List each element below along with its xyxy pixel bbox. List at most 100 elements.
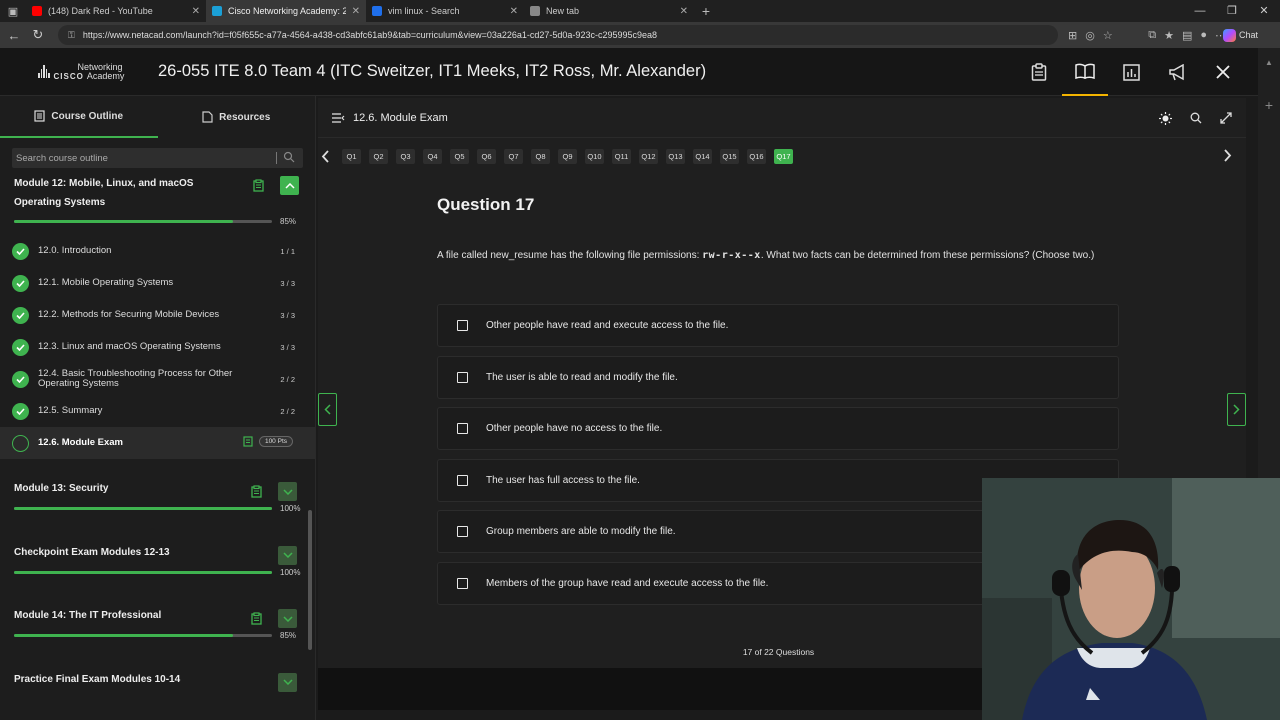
browser-tab[interactable]: New tab ✕ xyxy=(524,0,694,22)
close-tab-icon[interactable]: ✕ xyxy=(680,6,688,17)
answer-option[interactable]: Other people have no access to the file. xyxy=(437,407,1119,450)
lesson-item[interactable]: 12.4. Basic Troubleshooting Process for … xyxy=(0,363,315,395)
copilot-chat-button[interactable]: Chat xyxy=(1222,25,1258,45)
module-item[interactable]: Checkpoint Exam Modules 12-13 100% xyxy=(0,529,315,593)
browser-tab[interactable]: vim linux - Search ✕ xyxy=(366,0,524,22)
lesson-item[interactable]: 12.2. Methods for Securing Mobile Device… xyxy=(0,299,315,331)
answer-option[interactable]: Other people have read and execute acces… xyxy=(437,304,1119,347)
chevron-left-icon xyxy=(324,404,331,415)
search-icon[interactable] xyxy=(283,151,295,163)
reload-icon[interactable]: ↻ xyxy=(26,27,50,43)
maximize-icon[interactable]: ❐ xyxy=(1216,0,1248,22)
answer-checkbox[interactable] xyxy=(457,423,468,434)
expand-module-button[interactable] xyxy=(278,545,297,565)
question-nav-button[interactable]: Q17 xyxy=(774,148,793,164)
favorites-icon[interactable]: ★ xyxy=(1164,29,1174,42)
clipboard-icon[interactable] xyxy=(1016,48,1062,96)
close-course-icon[interactable] xyxy=(1200,48,1246,96)
lesson-module-exam[interactable]: 12.6. Module Exam 100 Pts xyxy=(0,427,315,459)
window-menu-icon[interactable]: ▣ xyxy=(0,0,26,22)
outline-search-input[interactable]: Search course outline xyxy=(12,148,303,168)
question-nav-button[interactable]: Q10 xyxy=(585,148,604,164)
expand-module-button[interactable] xyxy=(278,672,297,692)
question-nav-button[interactable]: Q15 xyxy=(720,148,739,164)
course-book-icon[interactable] xyxy=(1062,48,1108,96)
question-nav-button[interactable]: Q1 xyxy=(342,148,361,164)
profile-avatar[interactable]: ● xyxy=(1200,29,1207,42)
module-item[interactable]: Module 14: The IT Professional 85% xyxy=(0,592,315,656)
minimize-icon[interactable]: — xyxy=(1184,0,1216,22)
answer-checkbox[interactable] xyxy=(457,320,468,331)
module-progress-label: 100% xyxy=(280,504,301,513)
answer-checkbox[interactable] xyxy=(457,371,468,383)
completed-check-icon xyxy=(12,306,29,324)
favorite-icon[interactable]: ☆ xyxy=(1103,29,1113,42)
next-page-button[interactable] xyxy=(1227,393,1246,426)
question-nav-button[interactable]: Q13 xyxy=(666,148,685,164)
close-tab-icon[interactable]: ✕ xyxy=(352,6,360,17)
question-nav-button[interactable]: Q9 xyxy=(558,148,577,164)
answer-checkbox[interactable] xyxy=(457,577,468,589)
question-nav-button[interactable]: Q5 xyxy=(450,148,469,164)
question-nav-button[interactable]: Q4 xyxy=(423,148,442,164)
back-icon[interactable]: ← xyxy=(2,28,26,43)
question-nav-button[interactable]: Q7 xyxy=(504,148,523,164)
question-nav-button[interactable]: Q14 xyxy=(693,148,712,164)
module-12-title: Module 12: Mobile, Linux, and macOS Oper… xyxy=(14,178,194,208)
incomplete-circle-icon xyxy=(12,434,29,452)
lesson-item[interactable]: 12.0. Introduction 1 / 1 xyxy=(0,235,315,267)
chevron-right-icon[interactable] xyxy=(1223,149,1232,162)
collections-icon[interactable]: ▤ xyxy=(1182,29,1192,42)
theme-toggle-icon[interactable] xyxy=(1159,112,1172,125)
question-nav-button[interactable]: Q6 xyxy=(477,148,496,164)
cisco-bars-icon xyxy=(38,65,50,78)
lesson-item[interactable]: 12.5. Summary 2 / 2 xyxy=(0,395,315,427)
question-nav-button[interactable]: Q12 xyxy=(639,148,658,164)
menu-collapse-icon[interactable] xyxy=(332,112,345,123)
chevron-down-icon xyxy=(282,488,293,495)
module-item[interactable]: Module 13: Security 100% xyxy=(0,465,315,529)
app-available-icon[interactable]: ⊞ xyxy=(1068,29,1077,42)
browser-tab[interactable]: (148) Dark Red - YouTube ✕ xyxy=(26,0,206,22)
question-nav-button[interactable]: Q11 xyxy=(612,148,631,164)
scroll-up-icon[interactable]: ▲ xyxy=(1258,58,1280,67)
question-nav-button[interactable]: Q3 xyxy=(396,148,415,164)
split-screen-icon[interactable]: ⧉ xyxy=(1148,29,1156,42)
grades-chart-icon[interactable] xyxy=(1108,48,1154,96)
add-sidebar-app-icon[interactable]: + xyxy=(1258,97,1280,113)
chevron-left-icon[interactable] xyxy=(321,149,330,163)
browser-tab[interactable]: Cisco Networking Academy: 26-0 ✕ xyxy=(206,0,366,22)
lesson-item[interactable]: 12.1. Mobile Operating Systems 3 / 3 xyxy=(0,267,315,299)
cisco-logo[interactable]: Networking CISCO Academy xyxy=(0,48,150,96)
new-tab-button[interactable]: + xyxy=(694,3,718,19)
tab-resources[interactable]: Resources xyxy=(158,96,316,138)
header-toolbar xyxy=(1016,48,1246,96)
collapse-module-button[interactable] xyxy=(280,176,299,195)
fullscreen-icon[interactable] xyxy=(1220,112,1232,124)
close-tab-icon[interactable]: ✕ xyxy=(192,6,200,17)
question-text-after: . What two facts can be determined from … xyxy=(760,250,1095,261)
module-12-header[interactable]: Module 12: Mobile, Linux, and macOS Oper… xyxy=(0,174,315,212)
question-permissions: rw-r-x--x xyxy=(702,250,761,261)
question-nav-button[interactable]: Q16 xyxy=(747,148,766,164)
question-nav-button[interactable]: Q2 xyxy=(369,148,388,164)
expand-module-button[interactable] xyxy=(278,482,297,501)
answer-checkbox[interactable] xyxy=(457,526,468,537)
answer-option[interactable]: The user is able to read and modify the … xyxy=(437,355,1119,399)
tracking-icon[interactable]: ◎ xyxy=(1085,29,1095,42)
module-item[interactable]: Practice Final Exam Modules 10-14 xyxy=(0,656,315,720)
sidebar-scrollbar[interactable] xyxy=(308,510,312,650)
expand-module-button[interactable] xyxy=(278,609,297,628)
close-tab-icon[interactable]: ✕ xyxy=(510,6,518,17)
site-info-icon[interactable]: ⚿ xyxy=(68,30,75,41)
url-field[interactable]: ⚿ https://www.netacad.com/launch?id=f05f… xyxy=(58,25,1058,45)
tab-course-outline[interactable]: Course Outline xyxy=(0,96,158,138)
lesson-item[interactable]: 12.3. Linux and macOS Operating Systems 3… xyxy=(0,331,315,363)
answer-text: Other people have no access to the file. xyxy=(486,423,663,434)
search-icon[interactable] xyxy=(1190,112,1202,124)
answer-checkbox[interactable] xyxy=(457,474,468,486)
close-window-icon[interactable]: ✕ xyxy=(1248,0,1280,22)
question-nav-button[interactable]: Q8 xyxy=(531,148,550,164)
announcements-icon[interactable] xyxy=(1154,48,1200,96)
previous-page-button[interactable] xyxy=(318,393,337,426)
